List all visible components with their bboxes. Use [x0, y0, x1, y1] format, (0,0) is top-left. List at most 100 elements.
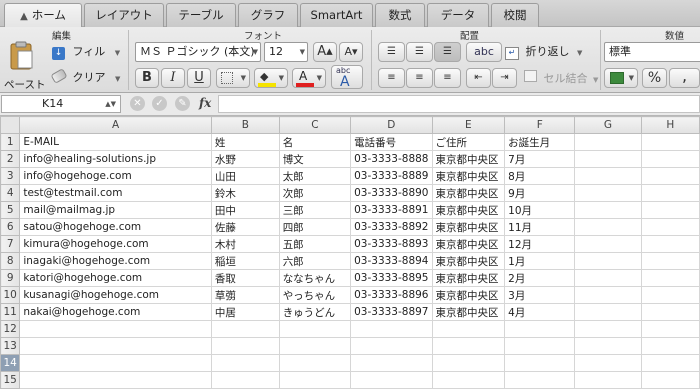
cell[interactable] [640, 218, 700, 236]
formula-input[interactable] [218, 95, 700, 113]
cell[interactable]: 水野 [210, 150, 280, 168]
cell[interactable] [350, 371, 433, 389]
decrease-font-size-button[interactable]: A▾ [339, 42, 363, 62]
cell[interactable]: 東京都中央区 [431, 303, 506, 321]
cell[interactable]: お誕生月 [504, 133, 576, 151]
cell[interactable]: 中居 [210, 303, 280, 321]
cell[interactable] [640, 150, 700, 168]
column-header[interactable]: F [504, 116, 576, 134]
cell[interactable]: 東京都中央区 [431, 286, 506, 304]
cell[interactable]: 11月 [504, 218, 576, 236]
font-name-select[interactable]: ＭＳ Ｐゴシック (本文) ▼ [135, 42, 261, 62]
increase-indent-button[interactable]: ⇥ [492, 68, 517, 88]
cell[interactable] [350, 354, 433, 372]
cell[interactable]: 10月 [504, 201, 576, 219]
cell[interactable] [640, 201, 700, 219]
cell[interactable] [19, 337, 212, 355]
row-header[interactable]: 3 [0, 167, 21, 185]
cell[interactable] [431, 371, 506, 389]
cell[interactable]: 東京都中央区 [431, 184, 506, 202]
row-header[interactable]: 8 [0, 252, 21, 270]
row-header[interactable]: 15 [0, 371, 21, 389]
cell[interactable]: 名 [278, 133, 352, 151]
tab-data[interactable]: データ [427, 3, 489, 27]
align-center-button[interactable]: ≡ [406, 68, 433, 88]
cell[interactable] [640, 252, 700, 270]
cell[interactable] [19, 371, 212, 389]
cell[interactable] [574, 371, 642, 389]
cell[interactable] [504, 371, 576, 389]
cell[interactable] [574, 286, 642, 304]
column-header[interactable]: E [431, 116, 506, 134]
cell[interactable]: 03-3333-8893 [350, 235, 433, 253]
cell[interactable] [640, 354, 700, 372]
align-middle-button[interactable]: ☰ [406, 42, 433, 62]
cell[interactable]: 姓 [210, 133, 280, 151]
cell[interactable]: 03-3333-8890 [350, 184, 433, 202]
cell[interactable]: test@testmail.com [19, 184, 212, 202]
cell[interactable]: 03-3333-8891 [350, 201, 433, 219]
cell[interactable]: 太郎 [278, 167, 352, 185]
tab-layout[interactable]: レイアウト [84, 3, 164, 27]
row-header[interactable]: 14 [0, 354, 21, 372]
align-left-button[interactable]: ≡ [378, 68, 405, 88]
cell[interactable] [574, 218, 642, 236]
cell[interactable]: info@hogehoge.com [19, 167, 212, 185]
percent-button[interactable]: % [642, 68, 667, 88]
orientation-button[interactable]: abc [466, 42, 502, 62]
tab-smartart[interactable]: SmartArt [300, 3, 373, 27]
cell[interactable] [640, 184, 700, 202]
cell[interactable]: 03-3333-8888 [350, 150, 433, 168]
column-header[interactable]: H [640, 116, 700, 134]
cell[interactable] [640, 303, 700, 321]
cell[interactable]: 2月 [504, 269, 576, 287]
cell[interactable] [574, 252, 642, 270]
cell[interactable]: 4月 [504, 303, 576, 321]
fill-color-button[interactable]: ◆ ▼ [254, 68, 288, 88]
cell[interactable] [210, 320, 280, 338]
tab-home[interactable]: ▲ ホーム [4, 3, 82, 28]
tab-chart[interactable]: グラフ [238, 3, 298, 27]
tab-review[interactable]: 校閲 [491, 3, 539, 27]
cell[interactable]: nakai@hogehoge.com [19, 303, 212, 321]
column-header[interactable]: C [278, 116, 352, 134]
cell[interactable] [640, 320, 700, 338]
cell[interactable] [19, 320, 212, 338]
cell[interactable] [504, 320, 576, 338]
cell[interactable]: E-MAIL [19, 133, 212, 151]
cell[interactable]: 博文 [278, 150, 352, 168]
column-header[interactable]: G [574, 116, 642, 134]
borders-button[interactable]: ▼ [216, 68, 250, 88]
cell[interactable]: 山田 [210, 167, 280, 185]
cell[interactable]: 次郎 [278, 184, 352, 202]
clear-button[interactable]: クリア ▼ [50, 68, 122, 87]
cell[interactable]: 東京都中央区 [431, 218, 506, 236]
cell[interactable] [640, 167, 700, 185]
italic-button[interactable]: I [161, 68, 185, 88]
cell[interactable]: 木村 [210, 235, 280, 253]
column-header[interactable]: A [19, 116, 212, 134]
bold-button[interactable]: B [135, 68, 159, 88]
merge-cells-button[interactable]: セル結合 ▼ [524, 70, 600, 88]
cell[interactable]: 8月 [504, 167, 576, 185]
cell[interactable] [350, 320, 433, 338]
cell[interactable]: 東京都中央区 [431, 201, 506, 219]
row-header[interactable]: 1 [0, 133, 21, 151]
row-header[interactable]: 2 [0, 150, 21, 168]
cell[interactable]: inagaki@hogehoge.com [19, 252, 212, 270]
cell[interactable] [278, 320, 352, 338]
cell[interactable] [504, 337, 576, 355]
cell[interactable]: kusanagi@hogehoge.com [19, 286, 212, 304]
cell[interactable] [574, 133, 642, 151]
column-header[interactable]: B [210, 116, 280, 134]
cancel-icon[interactable]: ✕ [130, 96, 145, 111]
cell[interactable]: mail@mailmag.jp [19, 201, 212, 219]
cell[interactable]: 三郎 [278, 201, 352, 219]
cell[interactable] [574, 235, 642, 253]
select-all-corner[interactable] [0, 116, 21, 134]
cell[interactable] [640, 337, 700, 355]
cell[interactable] [574, 269, 642, 287]
cell[interactable]: katori@hogehoge.com [19, 269, 212, 287]
cell[interactable]: きゅうどん [278, 303, 352, 321]
confirm-icon[interactable]: ✓ [152, 96, 167, 111]
